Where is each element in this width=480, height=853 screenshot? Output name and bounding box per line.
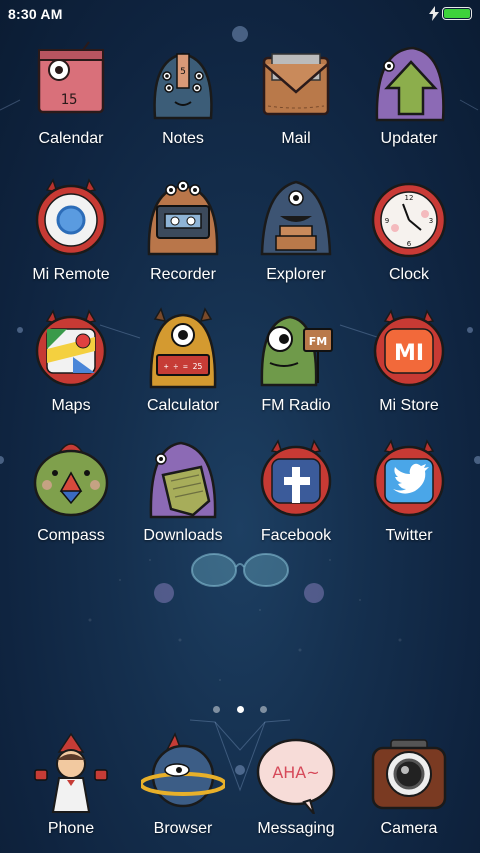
- app-clock[interactable]: 12 3 6 9 Clock: [353, 176, 465, 284]
- app-fm-radio[interactable]: FM FM Radio: [240, 307, 352, 415]
- app-updater[interactable]: Updater: [353, 40, 465, 148]
- app-label: Mail: [281, 130, 311, 147]
- dock-app-phone[interactable]: Phone: [15, 730, 127, 838]
- facebook-icon: [260, 439, 332, 517]
- dock-app-messaging[interactable]: AHA~ Messaging: [240, 730, 352, 838]
- calculator-display-text: + ÷ = 25: [164, 362, 203, 371]
- mi-logo-text: MI: [394, 341, 424, 366]
- dock-app-browser[interactable]: Browser: [127, 730, 239, 838]
- svg-text:12: 12: [405, 194, 414, 202]
- downloads-icon: [149, 441, 217, 519]
- updater-arrow-icon: [375, 46, 445, 122]
- svg-text:6: 6: [407, 240, 412, 248]
- status-bar: 8:30 AM: [0, 0, 480, 28]
- app-label: Calculator: [146, 397, 220, 414]
- calendar-monster-icon: 15: [37, 41, 105, 114]
- svg-text:3: 3: [429, 217, 433, 225]
- recorder-cassette-icon: [147, 180, 219, 256]
- notes-monster-icon: 5: [153, 52, 213, 120]
- phone-kid-icon: [34, 732, 108, 813]
- compass-monster-icon: [33, 443, 109, 517]
- app-label: Explorer: [266, 266, 326, 283]
- calculator-monster-icon: + ÷ = 25: [149, 307, 217, 389]
- explorer-monster-icon: [260, 180, 332, 256]
- app-twitter[interactable]: Twitter: [353, 437, 465, 545]
- fm-radio-monster-icon: FM: [260, 315, 333, 387]
- app-label: FM Radio: [261, 397, 331, 414]
- app-label: Browser: [153, 820, 213, 837]
- status-time: 8:30 AM: [8, 6, 63, 22]
- page-dot-1[interactable]: [213, 706, 221, 713]
- charging-bolt-icon: [429, 6, 439, 21]
- app-label: Mi Remote: [32, 266, 110, 283]
- dock-app-camera[interactable]: Camera: [353, 730, 465, 838]
- app-explorer[interactable]: Explorer: [240, 176, 352, 284]
- app-label: Downloads: [143, 527, 223, 544]
- app-label: Calendar: [38, 130, 104, 147]
- fm-sign-text: FM: [309, 335, 327, 348]
- app-label: Camera: [380, 820, 438, 837]
- app-label: Phone: [47, 820, 95, 837]
- messaging-bubble-icon: AHA~: [256, 738, 336, 814]
- clock-icon: 12 3 6 9: [371, 182, 447, 258]
- app-downloads[interactable]: Downloads: [127, 437, 239, 545]
- battery-icon: [442, 7, 472, 20]
- wallpaper-glasses-decoration: [191, 553, 289, 587]
- app-label: Facebook: [260, 527, 332, 544]
- notes-tag-text: 5: [180, 67, 186, 77]
- svg-text:9: 9: [385, 217, 389, 225]
- app-mail[interactable]: Mail: [240, 40, 352, 148]
- app-calculator[interactable]: + ÷ = 25 Calculator: [127, 307, 239, 415]
- page-indicator[interactable]: [0, 700, 480, 718]
- app-label: Messaging: [257, 820, 335, 837]
- app-label: Twitter: [385, 527, 433, 544]
- app-compass[interactable]: Compass: [15, 437, 127, 545]
- app-notes[interactable]: 5 Notes: [127, 40, 239, 148]
- messaging-bubble-text: AHA~: [272, 763, 319, 782]
- app-mi-store[interactable]: MI Mi Store: [353, 307, 465, 415]
- app-mi-remote[interactable]: Mi Remote: [15, 176, 127, 284]
- app-maps[interactable]: Maps: [15, 307, 127, 415]
- app-label: Recorder: [150, 266, 216, 283]
- app-calendar[interactable]: 15 Calendar: [15, 40, 127, 148]
- calendar-digits: 15: [61, 92, 78, 108]
- battery-fill: [444, 9, 470, 18]
- page-dot-2[interactable]: [236, 706, 244, 713]
- camera-icon: [371, 739, 447, 810]
- mi-remote-monster-icon: [35, 178, 107, 256]
- app-facebook[interactable]: Facebook: [240, 437, 352, 545]
- app-label: Notes: [162, 130, 204, 147]
- app-label: Mi Store: [379, 397, 439, 414]
- app-label: Compass: [37, 527, 105, 544]
- maps-icon: [35, 309, 107, 387]
- page-dot-3[interactable]: [259, 706, 267, 713]
- app-label: Updater: [380, 130, 438, 147]
- mi-store-icon: MI: [373, 309, 445, 387]
- app-label: Maps: [51, 397, 91, 414]
- app-recorder[interactable]: Recorder: [127, 176, 239, 284]
- mail-envelope-icon: [262, 53, 330, 116]
- app-label: Clock: [388, 266, 429, 283]
- browser-planet-icon: [141, 732, 225, 808]
- twitter-icon: [373, 439, 445, 517]
